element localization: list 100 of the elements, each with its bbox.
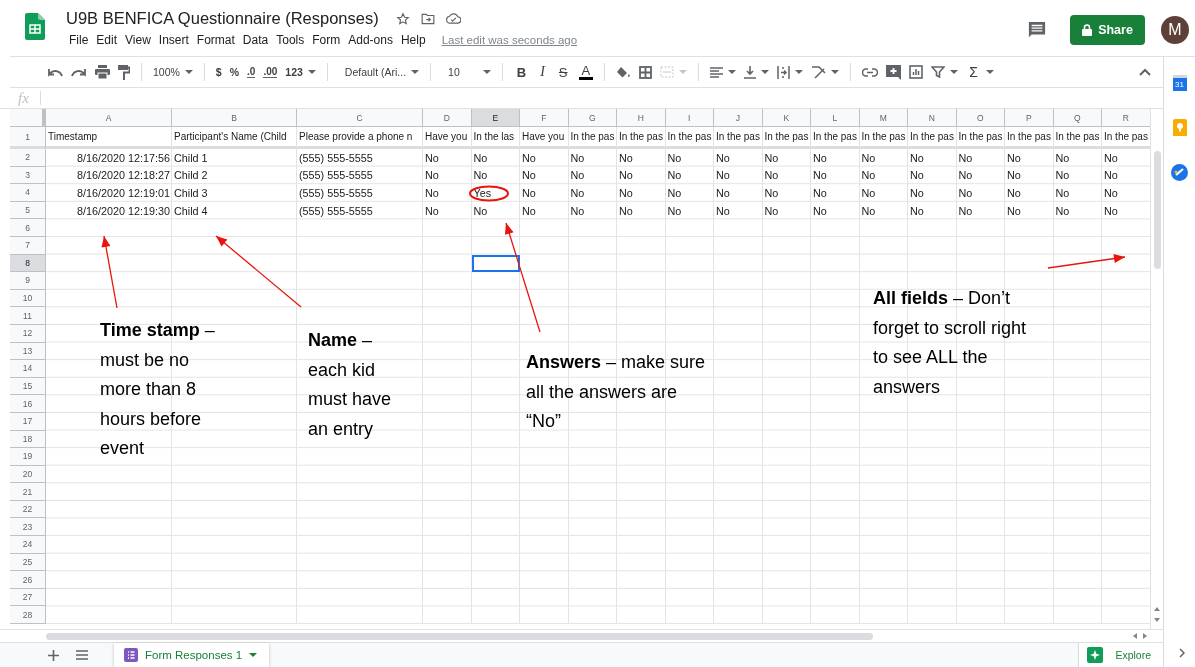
column-header[interactable]: H — [617, 109, 666, 127]
row-header[interactable]: 16 — [10, 395, 46, 413]
menu-item[interactable]: Format — [192, 33, 239, 47]
column-header[interactable]: B — [172, 109, 297, 127]
caret-icon[interactable] — [795, 70, 804, 74]
functions-button[interactable]: Σ — [966, 64, 981, 80]
insert-comment-icon[interactable] — [886, 64, 902, 80]
row-header[interactable]: 21 — [10, 483, 46, 501]
caret-icon[interactable] — [761, 70, 770, 74]
sheet-tab[interactable]: Form Responses 1 — [114, 643, 270, 667]
row-header[interactable]: 2 — [10, 149, 46, 167]
zoom-dropdown[interactable]: 100% — [153, 66, 180, 78]
row-header[interactable]: 26 — [10, 571, 46, 589]
form-icon[interactable] — [124, 648, 138, 662]
column-header[interactable]: A — [46, 109, 172, 127]
row-header[interactable]: 6 — [10, 219, 46, 237]
currency-button[interactable]: $ — [215, 66, 222, 78]
column-header[interactable]: M — [859, 109, 908, 127]
menu-item[interactable]: Help — [396, 33, 430, 47]
explore-icon[interactable] — [1087, 647, 1104, 663]
scrollbar-thumb[interactable] — [46, 632, 873, 640]
caret-icon[interactable] — [249, 653, 258, 657]
comment-icon[interactable] — [1028, 21, 1046, 39]
menu-item[interactable]: Edit — [92, 33, 122, 47]
lock-icon[interactable] — [1082, 24, 1093, 36]
menu-item[interactable]: Form — [308, 33, 345, 47]
column-header[interactable]: C — [297, 109, 423, 127]
scroll-right-icon[interactable] — [1143, 633, 1147, 639]
all-sheets-icon[interactable] — [76, 650, 88, 660]
caret-icon[interactable] — [184, 70, 193, 74]
collapse-icon[interactable] — [1139, 68, 1151, 76]
caret-icon[interactable] — [985, 70, 994, 74]
increase-decimals-button[interactable]: .00 — [263, 66, 278, 78]
row-header[interactable]: 24 — [10, 536, 46, 554]
link-icon[interactable] — [862, 67, 879, 77]
vertical-align-icon[interactable] — [744, 65, 757, 79]
menu-item[interactable]: Tools — [272, 33, 309, 47]
column-header[interactable]: I — [665, 109, 714, 127]
fill-color-icon[interactable] — [616, 65, 632, 79]
scroll-down-icon[interactable] — [1154, 618, 1160, 622]
caret-icon[interactable] — [482, 70, 491, 74]
selected-cell[interactable] — [471, 254, 520, 273]
font-size-dropdown[interactable]: 10 — [448, 66, 460, 78]
column-header[interactable]: J — [714, 109, 763, 127]
row-header[interactable]: 23 — [10, 518, 46, 537]
redo-icon[interactable] — [71, 67, 87, 77]
folder-icon[interactable] — [420, 12, 435, 25]
explore-button[interactable]: Explore — [1078, 643, 1163, 667]
percent-button[interactable]: % — [229, 66, 240, 78]
column-header[interactable]: E — [471, 109, 520, 127]
paint-format-icon[interactable] — [118, 64, 130, 80]
column-header[interactable]: O — [956, 109, 1005, 127]
caret-icon[interactable] — [411, 70, 420, 74]
bold-button[interactable]: B — [513, 64, 530, 80]
document-title[interactable]: U9B BENFICA Questionnaire (Responses) — [66, 9, 379, 28]
decrease-decimals-button[interactable]: .0 — [247, 66, 256, 78]
text-color-button[interactable]: A — [578, 64, 594, 80]
print-icon[interactable] — [95, 65, 110, 79]
column-header[interactable]: L — [811, 109, 860, 127]
column-header[interactable]: G — [568, 109, 617, 127]
last-edit-link[interactable]: Last edit was seconds ago — [441, 34, 578, 46]
menu-item[interactable]: Insert — [154, 33, 193, 47]
column-header[interactable]: Q — [1053, 109, 1102, 127]
caret-icon[interactable] — [728, 70, 737, 74]
menu-item[interactable]: Add-ons — [344, 33, 397, 47]
row-header[interactable]: 19 — [10, 448, 46, 466]
spreadsheet-icon[interactable] — [25, 13, 45, 40]
font-dropdown[interactable]: Default (Ari... — [344, 66, 407, 78]
caret-icon[interactable] — [831, 70, 840, 74]
star-icon[interactable] — [395, 11, 410, 26]
scroll-up-icon[interactable] — [1154, 607, 1160, 611]
filter-icon[interactable] — [931, 66, 946, 78]
row-header[interactable]: 11 — [10, 307, 46, 325]
caret-icon[interactable] — [307, 70, 316, 74]
column-header[interactable]: F — [520, 109, 569, 127]
share-button[interactable]: Share — [1070, 15, 1145, 45]
borders-icon[interactable] — [639, 65, 653, 79]
column-header[interactable]: P — [1005, 109, 1054, 127]
expand-icon[interactable] — [1178, 648, 1185, 658]
tasks-icon[interactable] — [1171, 164, 1188, 181]
strikethrough-button[interactable]: S — [555, 64, 571, 80]
calendar-icon[interactable]: 31 — [1172, 75, 1187, 91]
undo-icon[interactable] — [47, 67, 63, 77]
column-header[interactable]: R — [1102, 109, 1150, 127]
text-wrap-icon[interactable] — [777, 65, 791, 79]
row-header[interactable]: 1 — [10, 127, 46, 149]
add-sheet-icon[interactable] — [48, 649, 59, 661]
cloud-icon[interactable] — [445, 13, 461, 24]
account-avatar[interactable]: M — [1161, 16, 1189, 44]
menu-item[interactable]: File — [65, 33, 93, 47]
row-header[interactable]: 9 — [10, 272, 46, 290]
row-header[interactable]: 14 — [10, 360, 46, 378]
row-header[interactable]: 28 — [10, 606, 46, 625]
menu-item[interactable]: Data — [238, 33, 273, 47]
scrollbar-thumb[interactable] — [1154, 151, 1161, 269]
scroll-left-icon[interactable] — [1133, 633, 1137, 639]
column-header[interactable]: N — [908, 109, 957, 127]
chart-icon[interactable] — [909, 65, 924, 79]
more-formats-button[interactable]: 123 — [285, 66, 303, 78]
column-header[interactable]: K — [762, 109, 811, 127]
